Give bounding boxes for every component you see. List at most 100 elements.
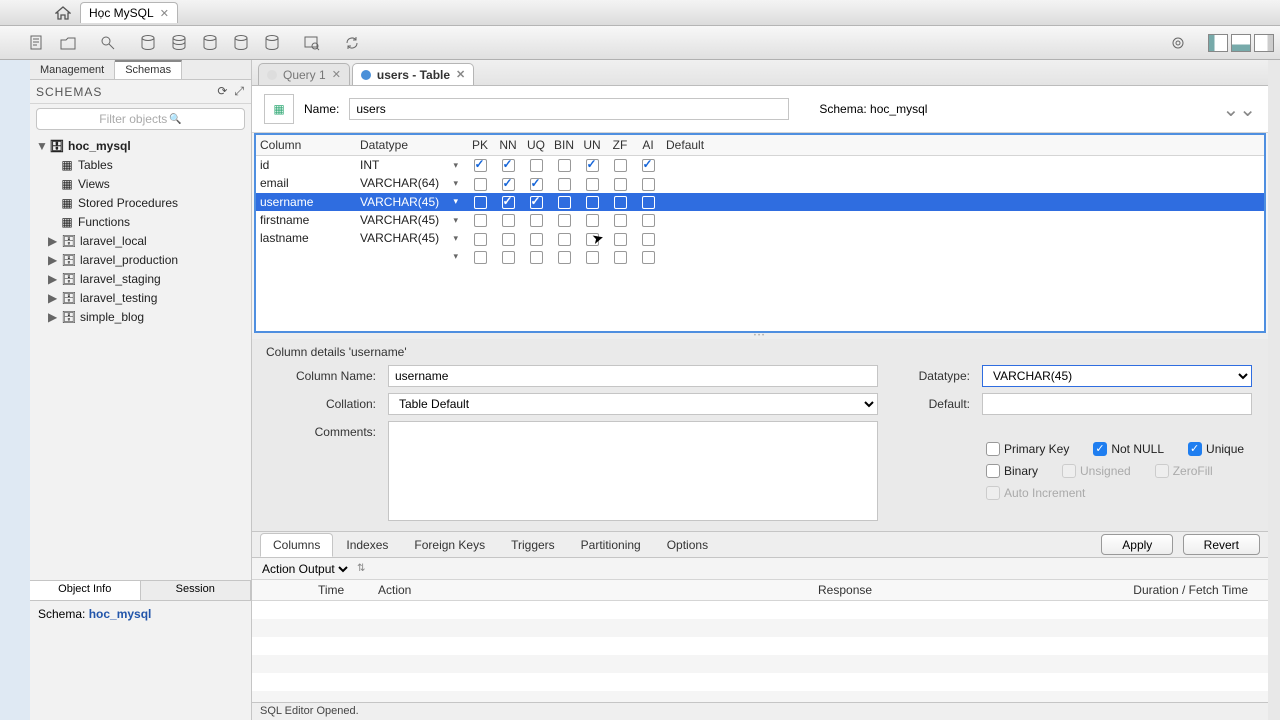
editor-bottom-tab-partitioning[interactable]: Partitioning: [568, 533, 654, 557]
window-tab[interactable]: Học MySQL ✕: [80, 2, 178, 23]
editor-tab-users-table[interactable]: users - Table ✕: [352, 63, 474, 85]
revert-button[interactable]: Revert: [1183, 534, 1260, 555]
toggle-sidebar-icon[interactable]: [1208, 34, 1228, 52]
schema-node-simple_blog[interactable]: ▶🗄simple_blog: [30, 307, 251, 326]
editor-bottom-tab-triggers[interactable]: Triggers: [498, 533, 568, 557]
chevron-down-icon[interactable]: ⌄⌄: [1222, 97, 1256, 122]
checkbox-un[interactable]: [586, 196, 599, 209]
apply-button[interactable]: Apply: [1101, 534, 1173, 555]
schema-node-laravel_production[interactable]: ▶🗄laravel_production: [30, 250, 251, 269]
toggle-output-icon[interactable]: [1231, 34, 1251, 52]
checkbox-uq[interactable]: [530, 196, 543, 209]
checkbox-zf[interactable]: [614, 233, 627, 246]
checkbox-uq[interactable]: [530, 233, 543, 246]
refresh-icon[interactable]: ⟳: [217, 84, 228, 99]
tree-node-stored-procedures[interactable]: ▦Stored Procedures: [30, 193, 251, 212]
settings-icon[interactable]: [1164, 30, 1192, 56]
checkbox-bin[interactable]: [558, 214, 571, 227]
search-table-icon[interactable]: [298, 30, 326, 56]
checkbox-nn[interactable]: [502, 178, 515, 191]
tree-node-views[interactable]: ▦Views: [30, 174, 251, 193]
reconnect-icon[interactable]: [338, 30, 366, 56]
checkbox-zf[interactable]: [614, 196, 627, 209]
sidebar-tab-schemas[interactable]: Schemas: [115, 60, 182, 79]
column-row-id[interactable]: idINT▾: [256, 156, 1264, 175]
checkbox-nn[interactable]: [502, 159, 515, 172]
editor-bottom-tab-foreign-keys[interactable]: Foreign Keys: [401, 533, 498, 557]
column-row-firstname[interactable]: firstnameVARCHAR(45)▾: [256, 211, 1264, 229]
sidebar-tab-management[interactable]: Management: [30, 60, 115, 79]
action-output-selector[interactable]: Action Output: [258, 561, 351, 577]
default-input[interactable]: [982, 393, 1252, 415]
checkbox-bin[interactable]: [558, 196, 571, 209]
toggle-secondary-icon[interactable]: [1254, 34, 1274, 52]
action-output-body[interactable]: [252, 601, 1268, 702]
db-icon-1[interactable]: [134, 30, 162, 56]
db-icon-3[interactable]: [196, 30, 224, 56]
expand-icon[interactable]: ⤢: [234, 84, 245, 99]
flag-unique[interactable]: Unique: [1188, 442, 1244, 456]
schema-node-laravel_testing[interactable]: ▶🗄laravel_testing: [30, 288, 251, 307]
collation-select[interactable]: Table Default: [388, 393, 878, 415]
checkbox-nn[interactable]: [502, 196, 515, 209]
checkbox-un[interactable]: [586, 214, 599, 227]
open-sql-icon[interactable]: [54, 30, 82, 56]
checkbox-pk[interactable]: [474, 233, 487, 246]
checkbox-pk[interactable]: [474, 159, 487, 172]
editor-tab-query1[interactable]: Query 1 ✕: [258, 63, 350, 85]
checkbox-uq[interactable]: [530, 159, 543, 172]
columns-table[interactable]: ColumnDatatypePKNNUQBINUNZFAIDefault idI…: [254, 133, 1266, 333]
sidebar-tab-session[interactable]: Session: [141, 581, 252, 600]
db-icon-2[interactable]: [165, 30, 193, 56]
checkbox-ai[interactable]: [642, 178, 655, 191]
flag-not-null[interactable]: Not NULL: [1093, 442, 1164, 456]
checkbox-un[interactable]: [586, 233, 599, 246]
checkbox-pk[interactable]: [474, 214, 487, 227]
close-icon[interactable]: ✕: [332, 68, 341, 81]
sidebar-tab-object-info[interactable]: Object Info: [30, 581, 141, 600]
column-name-input[interactable]: [388, 365, 878, 387]
checkbox-ai[interactable]: [642, 159, 655, 172]
checkbox-bin[interactable]: [558, 178, 571, 191]
inspector-icon[interactable]: [94, 30, 122, 56]
column-row-email[interactable]: emailVARCHAR(64)▾: [256, 174, 1264, 192]
tree-node-tables[interactable]: ▦Tables: [30, 155, 251, 174]
home-icon[interactable]: [50, 3, 76, 23]
tree-node-functions[interactable]: ▦Functions: [30, 212, 251, 231]
schema-node-laravel_staging[interactable]: ▶🗄laravel_staging: [30, 269, 251, 288]
close-icon[interactable]: ✕: [160, 7, 169, 20]
checkbox-bin[interactable]: [558, 159, 571, 172]
schema-node-laravel_local[interactable]: ▶🗄laravel_local: [30, 231, 251, 250]
checkbox-zf[interactable]: [614, 214, 627, 227]
schema-tree[interactable]: ▼ 🗄 hoc_mysql ▦Tables ▦Views ▦Stored Pro…: [30, 134, 251, 580]
flag-binary[interactable]: Binary: [986, 464, 1038, 478]
close-icon[interactable]: ✕: [456, 68, 465, 81]
checkbox-nn[interactable]: [502, 233, 515, 246]
checkbox-pk[interactable]: [474, 178, 487, 191]
column-row-username[interactable]: usernameVARCHAR(45)▾: [256, 193, 1264, 211]
checkbox-un[interactable]: [586, 178, 599, 191]
checkbox-ai[interactable]: [642, 214, 655, 227]
column-row-new[interactable]: ▾: [256, 248, 1264, 266]
checkbox-zf[interactable]: [614, 159, 627, 172]
table-name-input[interactable]: [349, 98, 789, 120]
checkbox-uq[interactable]: [530, 214, 543, 227]
editor-bottom-tab-indexes[interactable]: Indexes: [333, 533, 401, 557]
checkbox-uq[interactable]: [530, 178, 543, 191]
checkbox-ai[interactable]: [642, 196, 655, 209]
db-icon-4[interactable]: [227, 30, 255, 56]
checkbox-pk[interactable]: [474, 196, 487, 209]
checkbox-bin[interactable]: [558, 233, 571, 246]
checkbox-zf[interactable]: [614, 178, 627, 191]
checkbox-nn[interactable]: [502, 214, 515, 227]
new-sql-icon[interactable]: [23, 30, 51, 56]
column-row-lastname[interactable]: lastnameVARCHAR(45)▾: [256, 229, 1264, 247]
comments-textarea[interactable]: [388, 421, 878, 521]
db-icon-5[interactable]: [258, 30, 286, 56]
editor-bottom-tab-options[interactable]: Options: [654, 533, 721, 557]
datatype-select[interactable]: VARCHAR(45): [982, 365, 1252, 387]
checkbox-ai[interactable]: [642, 233, 655, 246]
editor-bottom-tab-columns[interactable]: Columns: [260, 533, 333, 557]
schema-node-hoc_mysql[interactable]: ▼ 🗄 hoc_mysql: [30, 136, 251, 155]
checkbox-un[interactable]: [586, 159, 599, 172]
